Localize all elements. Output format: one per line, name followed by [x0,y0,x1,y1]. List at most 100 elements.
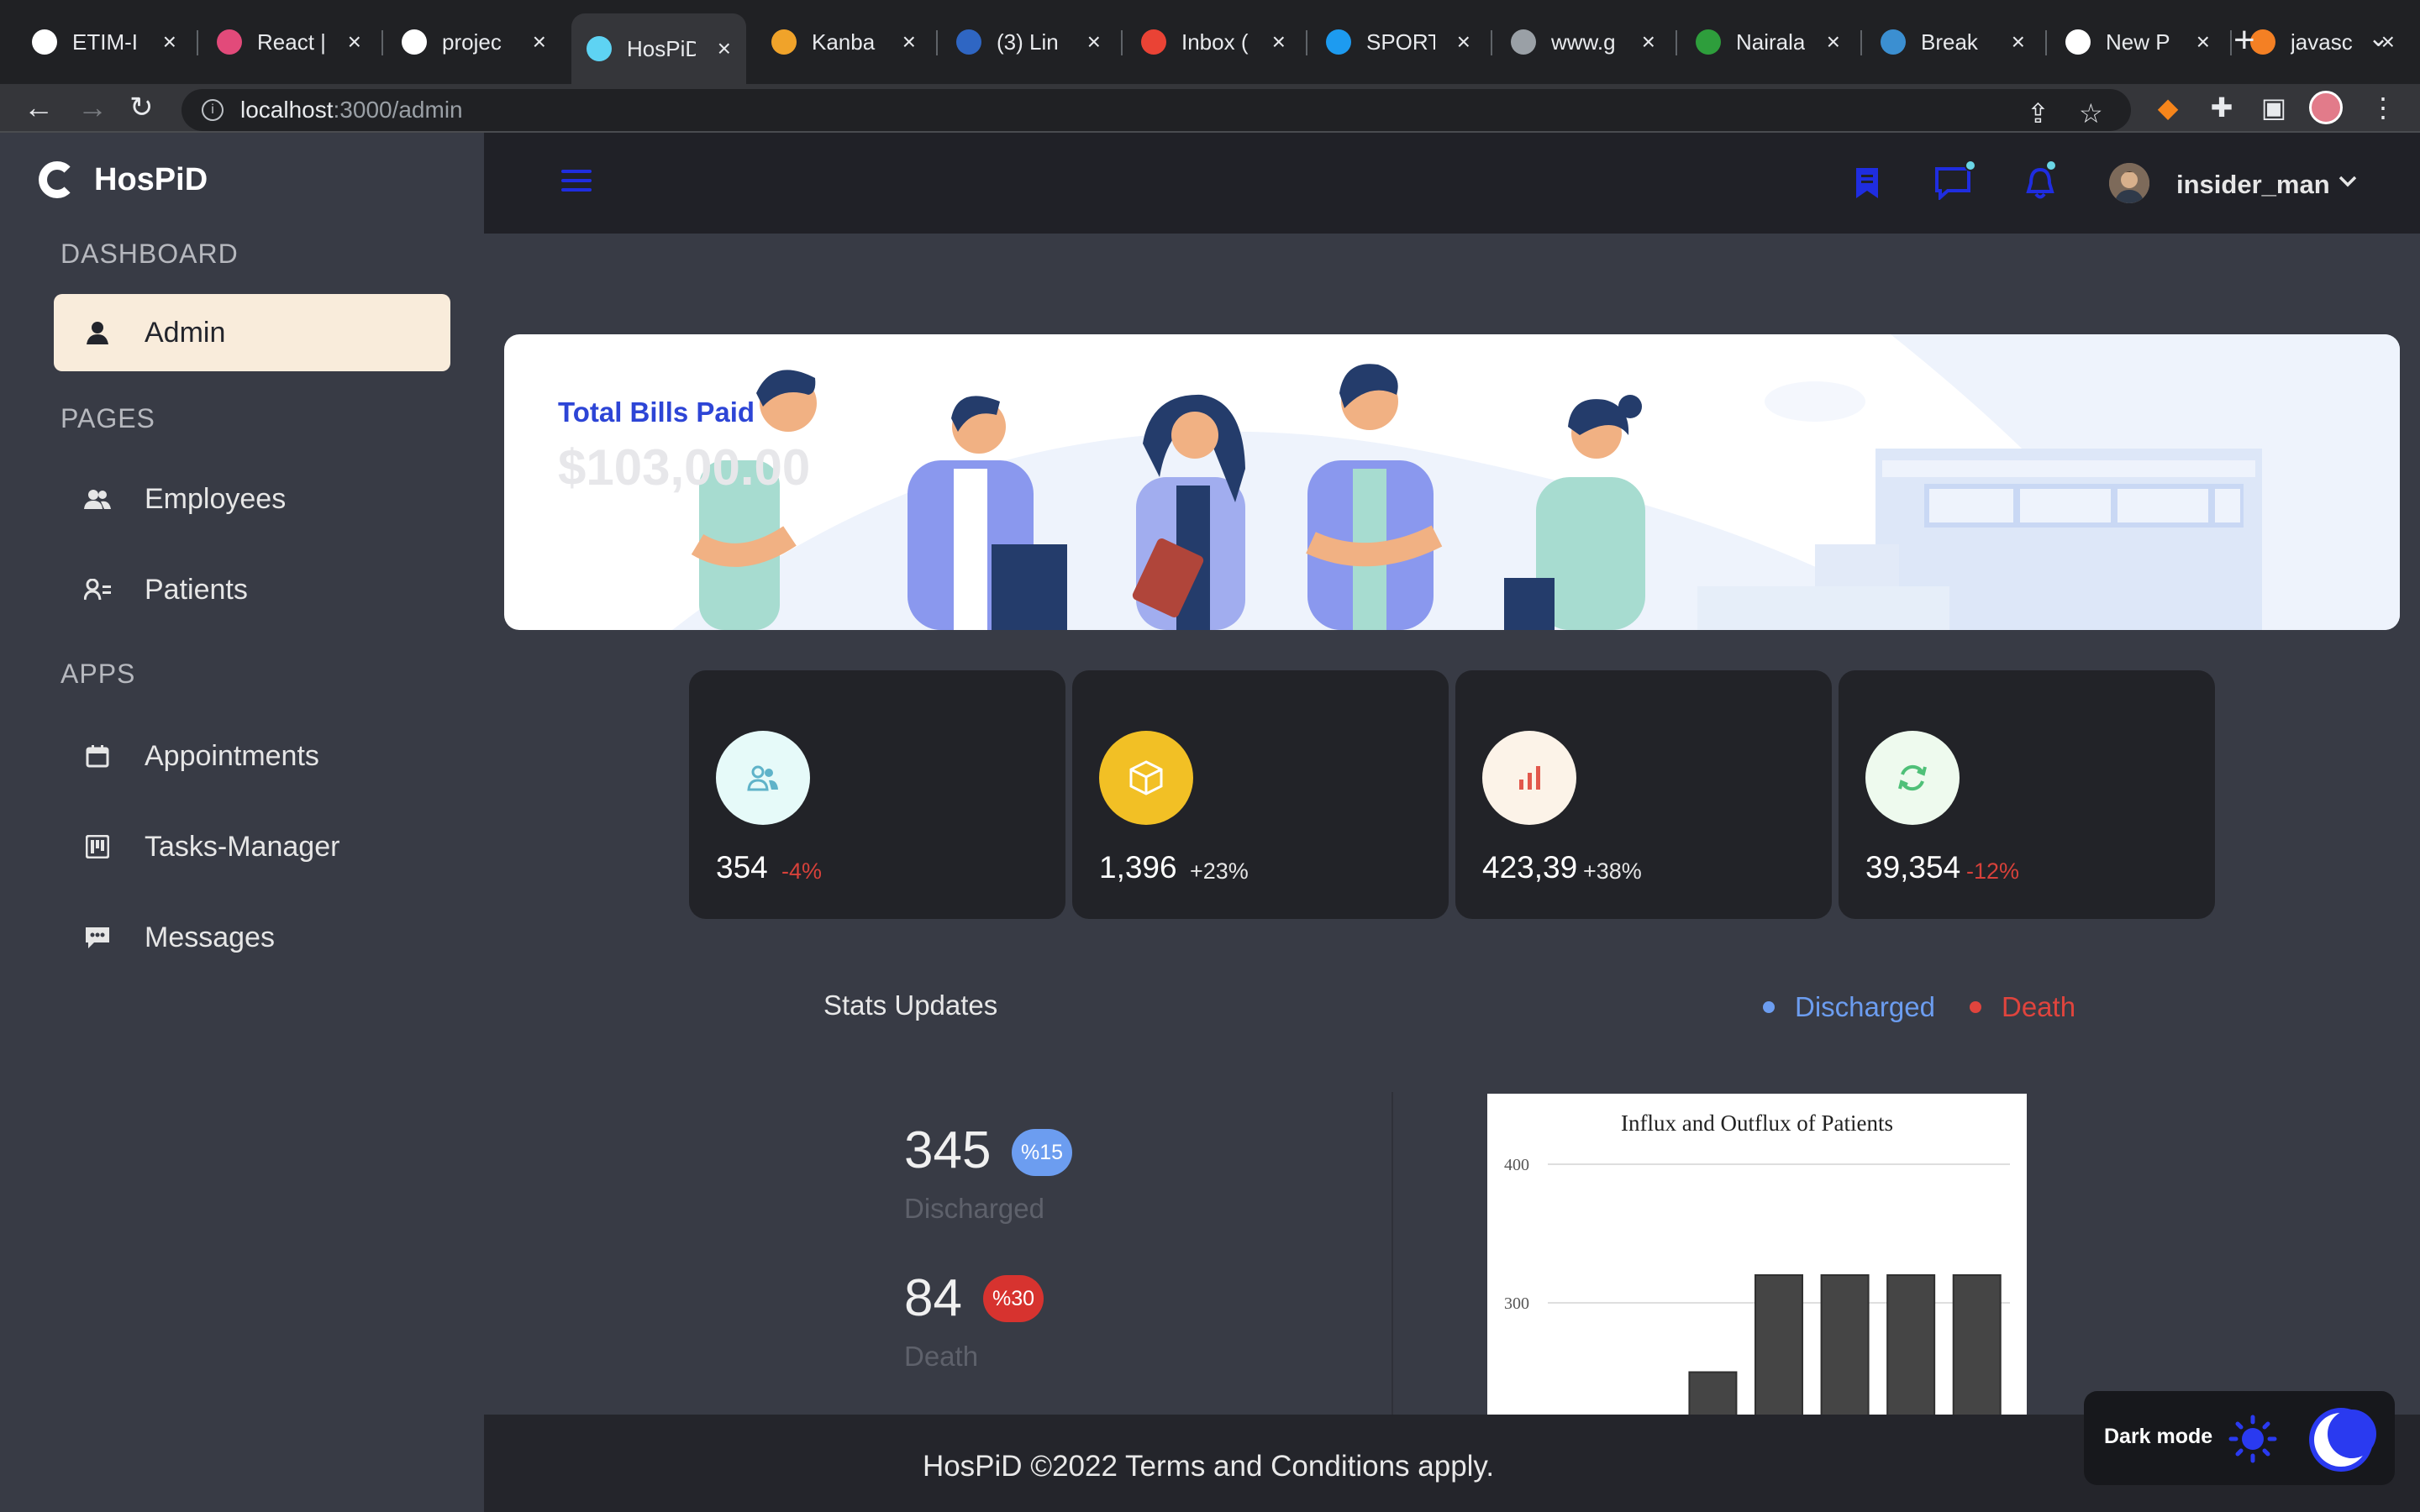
close-tab-icon[interactable]: × [163,29,176,55]
bookmark-icon[interactable] [1849,165,1886,202]
top-header: insider_man [484,133,2420,234]
bookmark-star-icon[interactable]: ☆ [2079,97,2103,129]
kanban-icon [771,29,797,55]
browser-tab-title: New P [2106,29,2170,55]
app-logo[interactable]: HosPiD [39,161,208,198]
browser-tab[interactable]: HosPiD × [571,13,746,84]
sidebar-item-tasks-manager[interactable]: Tasks-Manager [54,808,450,885]
legend-discharged[interactable]: Discharged [1763,991,1935,1023]
close-tab-icon[interactable]: × [348,29,361,55]
close-tab-icon[interactable]: × [2196,29,2210,55]
address-bar[interactable]: i localhost:3000/admin ⇪ ☆ [182,89,2131,131]
stat-change: -12% [1966,858,2020,884]
tab-search-chevron-icon[interactable]: ⌄ [2368,24,2389,53]
patients-bar-chart: Influx and Outflux of Patients 300 400 [1504,1110,2010,1415]
browser-tab[interactable]: SPORT × [1311,15,1486,69]
legend-dot [1763,1001,1775,1013]
discharged-count: 345 [904,1121,992,1179]
footer-text: HosPiD ©2022 Terms and Conditions apply. [922,1450,1495,1483]
sidebar-item-patients[interactable]: Patients [54,551,450,628]
browser-tab-title: ETIM-I [72,29,138,55]
stats-updates-title: Stats Updates [823,990,998,1021]
browser-tab[interactable]: New P × [2050,15,2225,69]
stat-change: +38% [1583,858,1642,884]
globe-icon [1511,29,1536,55]
metamask-extension-icon[interactable]: ◆ [2151,91,2185,124]
chat-icon[interactable] [1934,160,1976,202]
username[interactable]: insider_man [2176,170,2330,200]
close-tab-icon[interactable]: × [718,35,731,62]
github-icon [402,29,427,55]
stat-card-sales: 423,39 +38% [1455,670,1832,919]
sidebar-item-label: Appointments [145,739,319,772]
death-badge: %30 [983,1275,1044,1322]
forward-icon[interactable]: → [77,91,108,124]
close-tab-icon[interactable]: × [1272,29,1286,55]
stat-value: 423,39 [1482,850,1578,885]
browser-tab[interactable]: ETIM-I × [17,15,192,69]
sidebar-item-messages[interactable]: Messages [54,899,450,976]
patients-chart: Influx and Outflux of Patients 300 400 [1487,1094,2027,1415]
react-icon [587,36,612,61]
close-tab-icon[interactable]: × [533,29,546,55]
dark-mode-toggle[interactable]: Dark mode [2084,1391,2395,1485]
chat-notification-dot [1965,160,1976,171]
browser-tab[interactable]: www.g × [1496,15,1670,69]
browser-tab[interactable]: React | × [202,15,376,69]
browser-tab[interactable]: Kanba × [756,15,931,69]
admin-user-icon [84,321,111,344]
extensions-puzzle-icon[interactable]: ✚ [2205,91,2238,124]
close-tab-icon[interactable]: × [1457,29,1470,55]
stat-card-returns: 39,354 -12% [1839,670,2215,919]
browser-tab[interactable]: Nairala × [1681,15,1855,69]
close-tab-icon[interactable]: × [1087,29,1101,55]
box-icon [1099,731,1193,825]
chart-ytick-label: 400 [1504,1156,1529,1174]
tab-separator [381,30,383,55]
sidebar-item-appointments[interactable]: Appointments [54,717,450,795]
site-info-icon[interactable]: i [202,99,224,121]
chevron-down-icon[interactable] [2338,166,2358,197]
sidebar-item-label: Patients [145,573,248,606]
new-tab-button[interactable]: + [2233,22,2255,59]
profile-avatar-icon[interactable] [2309,91,2343,124]
close-tab-icon[interactable]: × [1642,29,1655,55]
close-tab-icon[interactable]: × [1827,29,1840,55]
chart-bar [1952,1274,2002,1415]
tab-separator [1491,30,1492,55]
tab-separator [936,30,938,55]
browser-tab-title: SPORT [1366,29,1435,55]
tab-separator [197,30,198,55]
close-tab-icon[interactable]: × [902,29,916,55]
close-tab-icon[interactable]: × [2012,29,2025,55]
browser-tab[interactable]: (3) Lin × [941,15,1116,69]
back-icon[interactable]: ← [24,91,54,124]
moon-icon[interactable] [2309,1408,2376,1472]
stat-value: 1,396 [1099,850,1177,885]
side-panel-icon[interactable]: ▣ [2257,91,2291,124]
legend-death[interactable]: Death [1970,991,2075,1023]
bell-icon[interactable] [2022,160,2059,202]
browser-menu-icon[interactable]: ⋮ [2366,91,2400,124]
menu-hamburger-icon[interactable] [561,170,592,197]
browser-tab-title: www.g [1551,29,1616,55]
tab-separator [2045,30,2047,55]
reload-icon[interactable]: ↻ [129,91,154,124]
sidebar: HosPiD DASHBOARD Admin PAGES Employees P… [0,133,484,1512]
sidebar-item-employees[interactable]: Employees [54,460,450,538]
browser-tab[interactable]: projec × [387,15,561,69]
chart-bar [1754,1274,1803,1415]
sidebar-item-admin[interactable]: Admin [54,294,450,371]
browser-tab-strip: ETIM-I × React | × projec × HosPiD × Kanba × (3) L… [0,0,2420,84]
browser-tab[interactable]: Inbox (× [1126,15,1301,69]
death-count: 84 [904,1269,962,1327]
chart-bar [1820,1274,1870,1415]
legend-label: Death [2002,991,2076,1022]
share-icon[interactable]: ⇪ [2027,97,2049,129]
bell-notification-dot [2045,160,2057,171]
browser-tab[interactable]: Break × [1865,15,2040,69]
user-avatar[interactable] [2109,163,2149,203]
stat-value: 354 [716,850,768,885]
sun-icon[interactable] [2228,1415,2277,1463]
sidebar-item-label: Employees [145,482,287,515]
